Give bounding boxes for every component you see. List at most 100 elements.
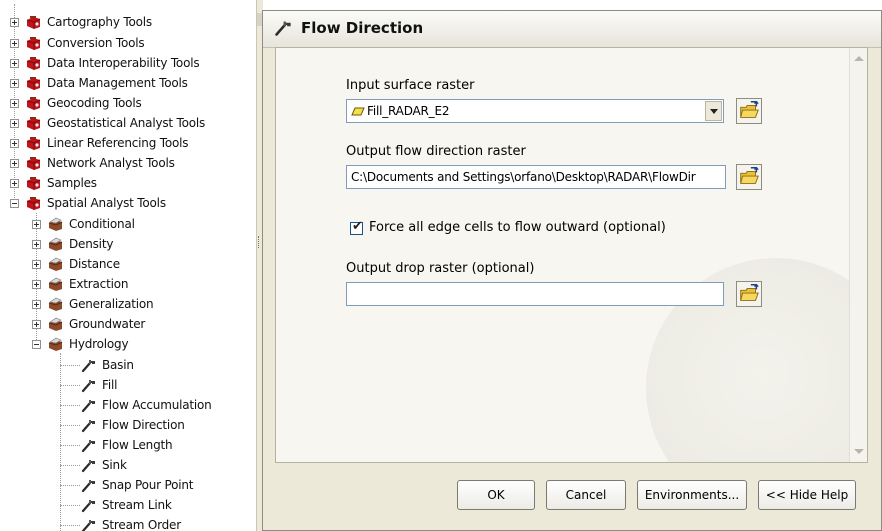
cancel-button[interactable]: Cancel [546,480,626,510]
toolbox-icon [25,116,42,131]
tree-item-density[interactable]: Density [32,234,113,254]
expand-icon[interactable] [10,138,19,148]
tree-item-flow-direction[interactable]: Flow Direction [80,415,185,435]
tree-item-flow-accumulation[interactable]: Flow Accumulation [80,395,212,415]
tree-item-cartography-tools[interactable]: Cartography Tools [10,12,152,32]
hammer-icon [80,518,97,531]
toolbox-icon [25,96,42,111]
tree-item-samples[interactable]: Samples [10,173,97,193]
tree-item-stream-order[interactable]: Stream Order [80,515,181,531]
expand-icon[interactable] [32,239,41,249]
tree-item-linear-referencing-tools[interactable]: Linear Referencing Tools [10,133,188,153]
hammer-icon [273,19,293,37]
tree-item-data-management-tools[interactable]: Data Management Tools [10,73,188,93]
tree-item-label: Linear Referencing Tools [47,136,189,150]
tree-item-snap-pour-point[interactable]: Snap Pour Point [80,475,194,495]
tree-item-flow-length[interactable]: Flow Length [80,435,173,455]
dialog-titlebar[interactable]: Flow Direction [263,11,881,48]
tree-item-spatial-analyst-tools[interactable]: Spatial Analyst Tools [10,193,166,213]
dialog-button-bar: OK Cancel Environments... << Hide Help [263,463,881,530]
toolbox-icon [25,176,42,191]
hide-help-button[interactable]: << Hide Help [758,480,856,510]
toolset-icon [47,277,64,292]
expand-icon[interactable] [10,17,19,27]
input-surface-raster-dropdown[interactable]: Fill_RADAR_E2 [346,99,724,123]
scroll-down-icon[interactable] [854,449,864,454]
tree-item-groundwater[interactable]: Groundwater [32,314,145,334]
tree-item-stream-link[interactable]: Stream Link [80,495,172,515]
hammer-icon [80,418,97,433]
expand-icon[interactable] [32,319,41,329]
open-folder-icon [737,165,761,189]
tree-item-geostatistical-analyst-tools[interactable]: Geostatistical Analyst Tools [10,113,205,133]
output-flow-direction-raster-value: C:\Documents and Settings\orfano\Desktop… [351,170,696,184]
toolbox-icon [25,196,42,211]
input-browse-button[interactable] [736,98,762,124]
toolset-icon [47,337,64,352]
expand-icon[interactable] [10,78,19,88]
toolbox-icon [25,136,42,151]
parameters-panel: Input surface raster Fill_RADAR_E2 Outpu… [275,47,868,463]
tree-item-network-analyst-tools[interactable]: Network Analyst Tools [10,153,175,173]
expand-icon[interactable] [32,259,41,269]
toolbox-icon [25,56,42,71]
tree-item-label: Spatial Analyst Tools [47,196,166,210]
panel-scrollbar[interactable] [849,48,867,462]
tree-item-label: Density [69,237,114,251]
tree-item-geocoding-tools[interactable]: Geocoding Tools [10,93,142,113]
expand-icon[interactable] [32,279,41,289]
expand-icon[interactable] [10,118,19,128]
expand-icon[interactable] [10,38,19,48]
tree-item-label: Extraction [69,277,129,291]
toolset-icon [47,317,64,332]
output-flow-direction-raster-field[interactable]: C:\Documents and Settings\orfano\Desktop… [346,165,726,189]
tree-item-basin[interactable]: Basin [80,355,134,375]
output-browse-button[interactable] [736,164,762,190]
tree-item-label: Geostatistical Analyst Tools [47,116,206,130]
tree-item-label: Distance [69,257,120,271]
tree-item-hydrology[interactable]: Hydrology [32,334,129,354]
open-folder-icon [737,99,761,123]
tree-item-label: Flow Length [102,438,173,452]
expand-icon[interactable] [32,299,41,309]
tree-item-generalization[interactable]: Generalization [32,294,154,314]
tree-item-label: Cartography Tools [47,15,152,29]
force-edge-cells-label: Force all edge cells to flow outward (op… [369,220,666,235]
input-surface-raster-label: Input surface raster [346,78,475,93]
tree-item-sink[interactable]: Sink [80,455,127,475]
expand-icon[interactable] [10,58,19,68]
tree-item-distance[interactable]: Distance [32,254,120,274]
toolset-icon [47,257,64,272]
tree-item-conditional[interactable]: Conditional [32,214,135,234]
raster-layer-icon [351,107,365,116]
tree-item-data-interoperability-tools[interactable]: Data Interoperability Tools [10,53,200,73]
collapse-icon[interactable] [32,339,41,349]
expand-icon[interactable] [10,178,19,188]
toolbox-icon [25,76,42,91]
checkmark-icon: ✔ [352,219,363,234]
tree-item-extraction[interactable]: Extraction [32,274,128,294]
toolset-icon [47,217,64,232]
expand-icon[interactable] [32,219,41,229]
output-flow-direction-raster-label: Output flow direction raster [346,144,526,159]
output-drop-raster-field[interactable] [346,282,724,306]
force-edge-cells-checkbox[interactable]: ✔ [350,219,363,235]
expand-icon[interactable] [10,158,19,168]
toolset-icon [47,297,64,312]
toolbox-icon [25,156,42,171]
scroll-up-icon[interactable] [854,56,864,61]
tree-item-fill[interactable]: Fill [80,375,117,395]
tree-connector [60,525,80,526]
tree-connector [60,405,80,406]
tree-item-label: Network Analyst Tools [47,156,175,170]
expand-icon[interactable] [10,98,19,108]
tree-item-label: Generalization [69,297,154,311]
chevron-down-icon[interactable] [705,101,722,121]
tree-item-conversion-tools[interactable]: Conversion Tools [10,33,145,53]
environments-button[interactable]: Environments... [637,480,747,510]
drop-browse-button[interactable] [736,281,762,307]
collapse-icon[interactable] [10,198,19,208]
tree-item-label: Groundwater [69,317,146,331]
ok-button[interactable]: OK [457,480,535,510]
hammer-icon [80,478,97,493]
